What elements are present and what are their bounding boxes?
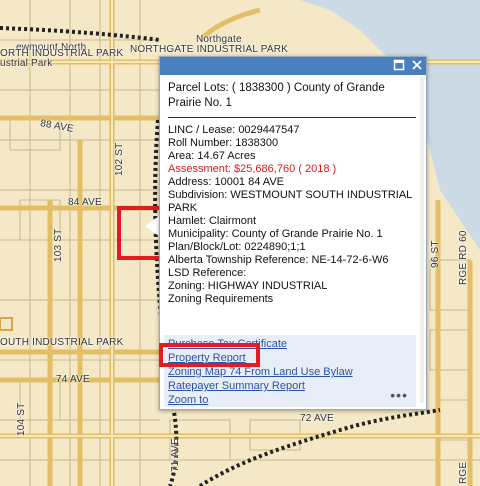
map-label: RGE xyxy=(458,461,469,484)
map-label: 102 ST xyxy=(114,142,125,176)
zoom-to-link[interactable]: Zoom to xyxy=(168,393,412,407)
zoning-map-link[interactable]: Zoning Map 74 From Land Use Bylaw xyxy=(168,365,412,379)
map-label: 72 AVE xyxy=(300,413,334,424)
map-label: 96 ST xyxy=(430,240,441,268)
field-assessment: Assessment: $25,686,760 ( 2018 ) xyxy=(168,163,337,175)
field-area: Area: 14.67 Acres xyxy=(168,150,256,162)
map-label: 104 ST xyxy=(16,402,27,436)
map-label: OUTH INDUSTRIAL PARK xyxy=(0,337,124,348)
map-label: 74 AVE xyxy=(56,374,90,385)
map-label: NORTHGATE INDUSTRIAL PARK xyxy=(130,44,288,55)
field-address: Address: 10001 84 AVE xyxy=(168,176,284,188)
field-roll-number: Roll Number: 1838300 xyxy=(168,137,279,149)
popup-actions: Purchase Tax Certificate Property Report… xyxy=(164,335,416,407)
field-plan-block-lot: Plan/Block/Lot: 0224890;1;1 xyxy=(168,241,306,253)
field-linc: LINC / Lease: 0029447547 xyxy=(168,124,300,136)
property-report-link[interactable]: Property Report xyxy=(168,351,412,365)
map-label: RGE RD 60 xyxy=(458,230,469,285)
more-icon[interactable]: ••• xyxy=(390,387,408,403)
field-municipality: Municipality: County of Grande Prairie N… xyxy=(168,228,383,240)
field-township-reference: Alberta Township Reference: NE-14-72-6-W… xyxy=(168,254,389,266)
popup-scrollbar[interactable] xyxy=(420,77,424,403)
popup-header xyxy=(160,57,426,75)
parcel-popup: Parcel Lots: ( 1838300 ) County of Grand… xyxy=(159,56,427,410)
field-subdivision: Subdivision: WESTMOUNT SOUTH INDUSTRIAL … xyxy=(168,189,412,214)
map-label: 71 AVE xyxy=(170,438,181,472)
popup-content: Parcel Lots: ( 1838300 ) County of Grand… xyxy=(168,81,416,331)
field-zoning-requirements: Zoning Requirements xyxy=(168,293,274,305)
ratepayer-summary-report-link[interactable]: Ratepayer Summary Report xyxy=(168,379,412,393)
maximize-icon[interactable] xyxy=(392,59,406,73)
map-label: ustrial Park xyxy=(0,58,53,69)
map-label: Northgate xyxy=(196,34,242,45)
popup-pointer xyxy=(145,216,159,236)
map-label: 84 AVE xyxy=(68,197,102,208)
field-hamlet: Hamlet: Clairmont xyxy=(168,215,257,227)
purchase-tax-certificate-link[interactable]: Purchase Tax Certificate xyxy=(168,337,412,351)
field-zoning: Zoning: HIGHWAY INDUSTRIAL xyxy=(168,280,328,292)
popup-title: Parcel Lots: ( 1838300 ) County of Grand… xyxy=(168,81,416,118)
close-icon[interactable] xyxy=(410,59,424,73)
field-lsd-reference: LSD Reference: xyxy=(168,267,247,279)
map-label: 103 ST xyxy=(53,228,64,262)
